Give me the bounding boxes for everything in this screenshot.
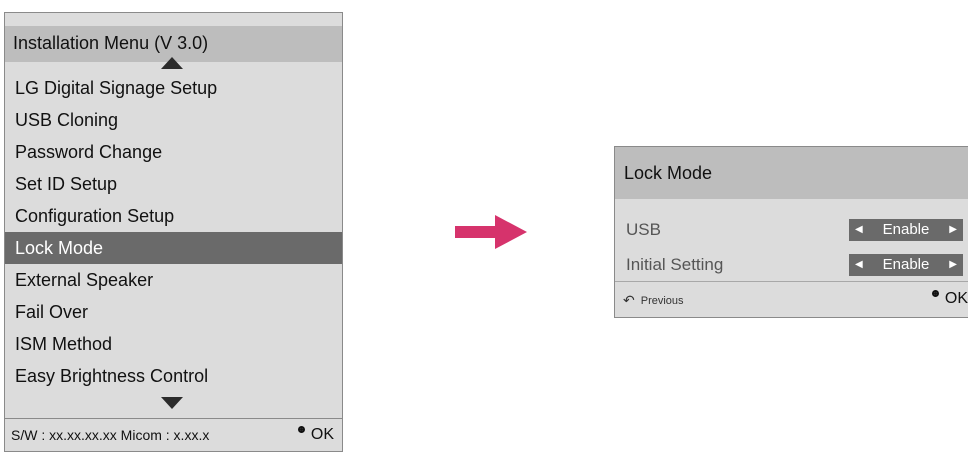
previous-button[interactable]: ↶ Previous [623,292,684,309]
chevron-right-icon[interactable]: ▶ [949,219,957,241]
setting-row-initial-setting: Initial Setting ◀ Enable ▶ [615,248,968,282]
menu-item-ism-method[interactable]: ISM Method [5,328,342,360]
scroll-up-icon[interactable] [161,57,183,69]
installation-menu: Installation Menu (V 3.0) LG Digital Sig… [4,12,343,452]
chevron-right-icon[interactable]: ▶ [949,254,957,276]
lock-mode-dialog: Lock Mode USB ◀ Enable ▶ Initial Setting… [614,146,968,318]
previous-label: Previous [640,295,684,307]
menu-item-fail-over[interactable]: Fail Over [5,296,342,328]
menu-item-usb-cloning[interactable]: USB Cloning [5,104,342,136]
dialog-title: Lock Mode [615,147,968,199]
menu-item-lg-digital-signage-setup[interactable]: LG Digital Signage Setup [5,72,342,104]
menu-footer: S/W : xx.xx.xx.xx Micom : x.xx.x OK [5,418,342,451]
ok-button-icon [297,426,305,433]
menu-item-set-id-setup[interactable]: Set ID Setup [5,168,342,200]
chevron-left-icon[interactable]: ◀ [855,254,863,276]
setting-row-usb: USB ◀ Enable ▶ [615,213,968,247]
scroll-down-icon[interactable] [161,397,183,409]
chevron-left-icon[interactable]: ◀ [855,219,863,241]
software-version-info: S/W : xx.xx.xx.xx Micom : x.xx.x [11,427,210,443]
initial-setting-option-value: Enable [882,256,930,273]
usb-option-selector[interactable]: ◀ Enable ▶ [849,219,963,241]
dialog-footer: ↶ Previous OK [615,281,968,319]
menu-item-password-change[interactable]: Password Change [5,136,342,168]
menu-item-external-speaker[interactable]: External Speaker [5,264,342,296]
menu-list: LG Digital Signage Setup USB Cloning Pas… [5,72,342,392]
dialog-ok-button[interactable]: OK [931,290,968,308]
menu-item-easy-brightness-control[interactable]: Easy Brightness Control [5,360,342,392]
menu-item-lock-mode[interactable]: Lock Mode [5,232,342,264]
dialog-ok-label: OK [944,290,968,307]
initial-setting-option-selector[interactable]: ◀ Enable ▶ [849,254,963,276]
menu-ok-label: OK [310,426,334,443]
usb-option-value: Enable [882,221,930,238]
ok-button-icon [931,290,939,297]
menu-item-configuration-setup[interactable]: Configuration Setup [5,200,342,232]
setting-label-initial-setting: Initial Setting [626,255,724,274]
back-arrow-icon: ↶ [623,292,635,308]
right-arrow-icon [455,215,527,249]
menu-ok-button[interactable]: OK [297,419,334,451]
setting-label-usb: USB [626,220,661,239]
